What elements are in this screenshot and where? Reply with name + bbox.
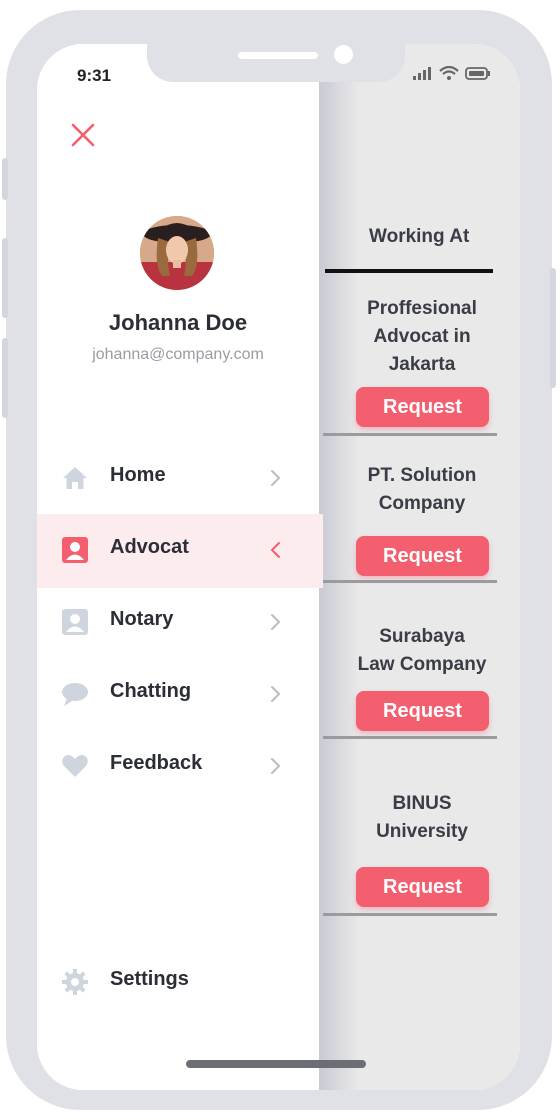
gear-icon — [62, 969, 88, 995]
divider — [323, 736, 497, 739]
request-button[interactable]: Request — [356, 387, 489, 427]
chevron-right-icon — [271, 758, 281, 774]
company-line: Law Company — [357, 654, 487, 675]
menu-item-settings[interactable]: Settings — [37, 946, 323, 1018]
company-line: Advocat in — [373, 326, 471, 347]
wifi-icon — [439, 66, 459, 80]
avatar-portrait — [140, 216, 214, 290]
drawer-shadow — [319, 44, 359, 1090]
close-icon[interactable] — [70, 122, 96, 148]
menu-item-home[interactable]: Home — [37, 442, 323, 514]
divider — [323, 433, 497, 436]
navigation-drawer: Johanna Doe johanna@company.com Home Adv… — [37, 44, 323, 1090]
signal-icon — [413, 66, 431, 80]
working-at-heading: Working At — [369, 226, 470, 247]
divider — [323, 580, 497, 583]
company-line: Proffesional — [367, 298, 477, 319]
request-button[interactable]: Request — [356, 536, 489, 576]
menu-label: Settings — [110, 968, 189, 990]
side-button-left-top — [2, 158, 8, 200]
company-line: University — [376, 821, 468, 842]
company-name: Surabaya Law Company — [337, 623, 507, 679]
notch — [147, 44, 405, 82]
menu-label: Home — [110, 464, 166, 486]
battery-icon — [465, 66, 490, 80]
request-button[interactable]: Request — [356, 867, 489, 907]
home-icon — [63, 467, 87, 489]
company-name: Proffesional Advocat in Jakarta — [337, 295, 507, 379]
side-button-right — [550, 268, 556, 388]
user-name: Johanna Doe — [108, 310, 248, 335]
menu-label: Chatting — [110, 680, 192, 702]
menu-item-feedback[interactable]: Feedback — [37, 730, 323, 802]
person-card-icon — [62, 609, 88, 635]
chat-bubble-icon — [62, 683, 88, 706]
front-camera — [334, 45, 353, 64]
divider — [323, 913, 497, 916]
chevron-right-icon — [271, 470, 281, 486]
speaker-grille — [238, 52, 318, 59]
company-line: Jakarta — [388, 354, 456, 375]
company-name: PT. Solution Company — [337, 462, 507, 518]
working-at-panel: ‹ Working At Proffesional Advocat in Jak… — [313, 44, 520, 1090]
heading-underline — [325, 269, 493, 273]
chevron-left-icon — [270, 542, 280, 558]
status-icons — [413, 66, 491, 80]
menu-label: Advocat — [110, 536, 189, 558]
menu-label: Notary — [110, 608, 174, 630]
side-button-left-low — [2, 338, 8, 418]
side-button-left-mid — [2, 238, 8, 318]
company-line: Company — [378, 493, 466, 514]
chevron-right-icon — [271, 686, 281, 702]
chevron-right-icon — [271, 614, 281, 630]
request-button[interactable]: Request — [356, 691, 489, 731]
company-line: PT. Solution — [367, 465, 477, 486]
status-time: 9:31 — [77, 66, 112, 85]
avatar[interactable] — [140, 216, 214, 290]
heart-icon — [62, 755, 88, 777]
menu-item-notary[interactable]: Notary — [37, 586, 323, 658]
user-email: johanna@company.com — [92, 346, 264, 363]
company-line: Surabaya — [379, 626, 465, 647]
menu-label: Feedback — [110, 752, 203, 774]
company-name: BINUS University — [337, 790, 507, 846]
home-indicator[interactable] — [186, 1060, 366, 1068]
company-line: BINUS — [392, 793, 452, 814]
person-card-icon — [62, 537, 88, 563]
menu-item-chatting[interactable]: Chatting — [37, 658, 323, 730]
phone-screen: 9:31 ‹ Working At Proffesional Advocat i… — [37, 44, 520, 1090]
menu-item-advocat[interactable]: Advocat — [37, 514, 323, 588]
